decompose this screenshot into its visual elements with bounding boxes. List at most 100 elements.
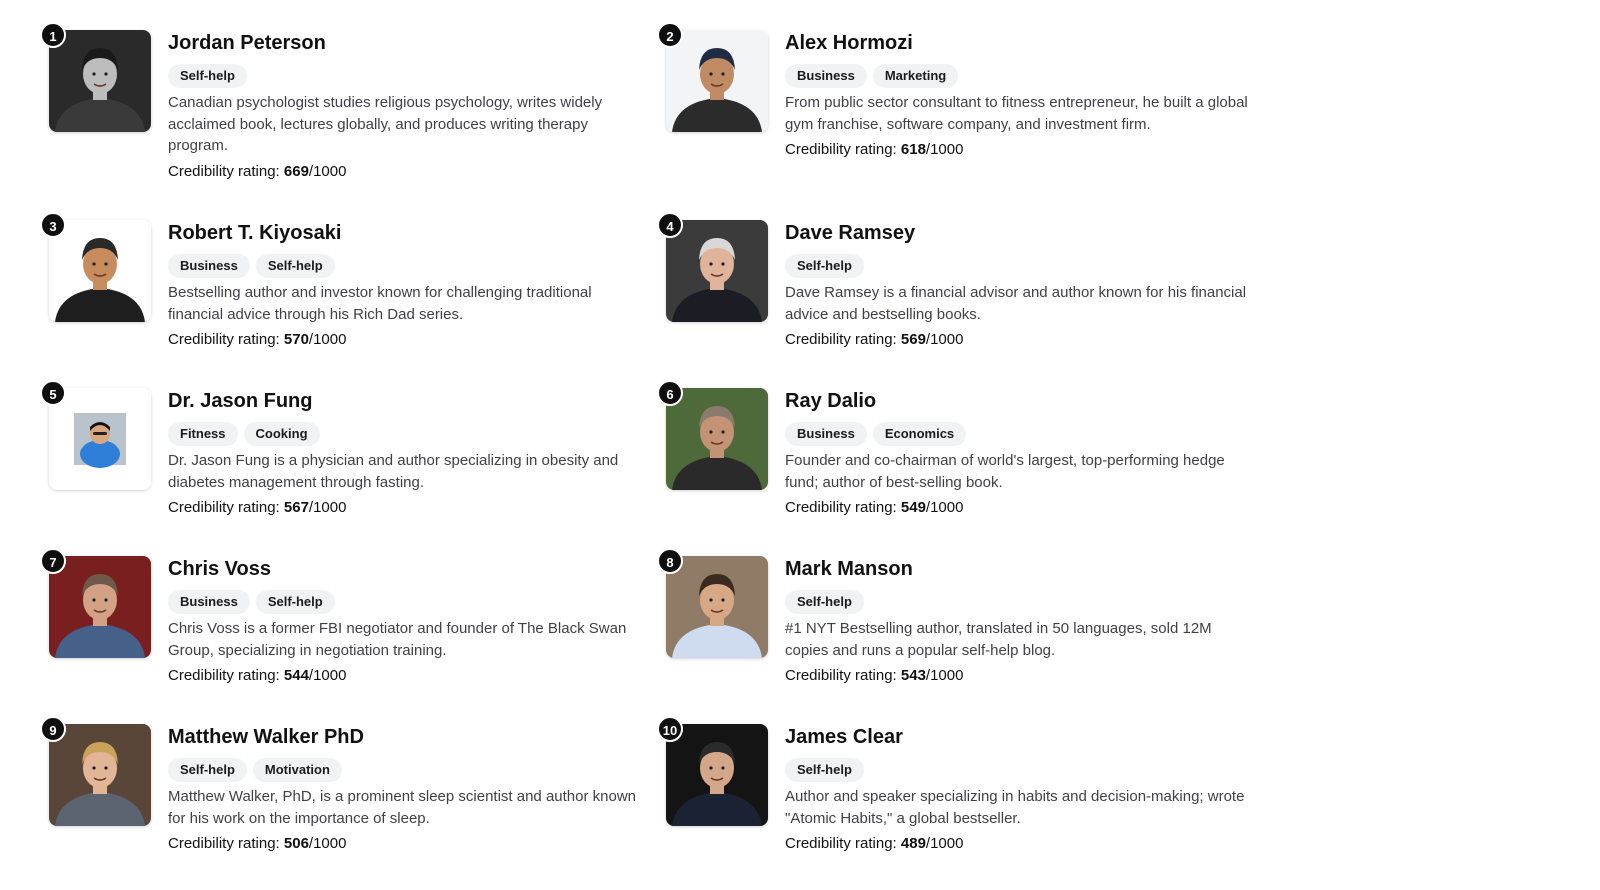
rating-value: 489 [900, 835, 926, 852]
category-tag[interactable]: Cooking [243, 422, 320, 446]
profile-photo[interactable] [49, 220, 151, 322]
rank-badge: 10 [657, 716, 683, 742]
rating-max: /1000 [308, 162, 347, 180]
creator-description: Matthew Walker, PhD, is a prominent slee… [168, 788, 637, 827]
creator-info: Alex Hormozi Business Marketing From public… [785, 30, 1255, 160]
rank-badge: 8 [657, 548, 683, 574]
tag-list: Self-help [785, 590, 1255, 614]
profile-photo[interactable] [49, 388, 151, 490]
creator-name[interactable]: Mark Manson [785, 556, 1255, 582]
category-tag[interactable]: Self-help [255, 590, 335, 614]
profile-photo-graphic [49, 724, 151, 826]
category-tag[interactable]: Business [168, 254, 250, 278]
profile-photo[interactable] [49, 30, 151, 132]
rating-label: Credibility rating: [168, 331, 280, 348]
creator-info: Mark Manson Self-help #1 NYT Bestselling a… [785, 556, 1255, 686]
creator-card[interactable]: 7 Chris Voss Business Self-help Chris Voss i… [0, 526, 626, 686]
category-tag[interactable]: Economics [872, 422, 967, 446]
category-tag[interactable]: Marketing [872, 64, 959, 88]
profile-photo[interactable] [49, 556, 151, 658]
credibility-rating: Credibility rating: 570/1000 [168, 329, 638, 350]
rating-max: /1000 [925, 141, 964, 158]
rating-value: 669 [283, 162, 309, 180]
rank-badge: 2 [657, 22, 683, 48]
creator-info: James Clear Self-help Author and speaker s… [785, 724, 1255, 854]
tag-list: Business Economics [785, 422, 1255, 446]
rating-value: 549 [900, 499, 926, 516]
creator-name[interactable]: Dr. Jason Fung [168, 388, 638, 414]
rank-badge: 5 [40, 380, 66, 406]
creator-info: Ray Dalio Business Economics Founder and co… [785, 388, 1255, 518]
credibility-rating: Credibility rating: 567/1000 [168, 497, 638, 518]
creator-card[interactable]: 4 Dave Ramsey Self-help Dave Ramsey is a fi… [617, 190, 1246, 350]
tag-list: Self-help Motivation [168, 758, 638, 782]
profile-photo-graphic [666, 220, 768, 322]
creator-card[interactable]: 9 Matthew Walker PhD Self-help Motivation Ma… [0, 694, 636, 854]
creator-card[interactable]: 8 Mark Manson Self-help #1 NYT Bestselling … [617, 526, 1217, 686]
creator-ranking-grid: 1 Jordan Peterson Self-help Canadian psycho… [0, 0, 1600, 890]
profile-photo[interactable] [666, 30, 768, 132]
creator-name[interactable]: Robert T. Kiyosaki [168, 220, 638, 246]
category-tag[interactable]: Self-help [785, 254, 864, 278]
creator-name[interactable]: Chris Voss [168, 556, 638, 582]
rating-value: 618 [900, 141, 926, 158]
creator-name[interactable]: Jordan Peterson [168, 30, 638, 56]
profile-photo[interactable] [666, 388, 768, 490]
rating-value: 506 [283, 835, 309, 852]
credibility-rating: Credibility rating: 549/1000 [785, 497, 1255, 518]
rating-max: /1000 [308, 667, 347, 684]
category-tag[interactable]: Self-help [168, 64, 247, 88]
creator-name[interactable]: James Clear [785, 724, 1255, 750]
creator-description: Founder and co-chairman of world's large… [785, 452, 1225, 491]
rating-max: /1000 [925, 667, 964, 684]
creator-card[interactable]: 6 Ray Dalio Business Economics Founder and c… [617, 358, 1225, 518]
profile-photo-graphic [666, 556, 768, 658]
profile-photo[interactable] [49, 724, 151, 826]
creator-card[interactable]: 10 James Clear Self-help Author and speaker… [617, 694, 1244, 854]
category-tag[interactable]: Business [785, 64, 867, 88]
creator-name[interactable]: Matthew Walker PhD [168, 724, 638, 750]
rank-badge: 4 [657, 212, 683, 238]
rating-max: /1000 [925, 499, 964, 516]
tag-list: Business Self-help [168, 254, 638, 278]
profile-photo[interactable] [666, 724, 768, 826]
category-tag[interactable]: Self-help [168, 758, 247, 782]
rating-max: /1000 [308, 331, 347, 348]
creator-description: #1 NYT Bestselling author, translated in… [785, 620, 1212, 659]
rank-badge: 6 [657, 380, 683, 406]
creator-description: Bestselling author and investor known fo… [168, 284, 592, 323]
category-tag[interactable]: Business [785, 422, 867, 446]
creator-card[interactable]: 2 Alex Hormozi Business Marketing From publi… [617, 0, 1248, 160]
category-tag[interactable]: Self-help [255, 254, 335, 278]
creator-info: Robert T. Kiyosaki Business Self-help Bests… [168, 220, 638, 350]
category-tag[interactable]: Self-help [785, 758, 864, 782]
creator-name[interactable]: Alex Hormozi [785, 30, 1255, 56]
rating-max: /1000 [308, 835, 347, 852]
rating-value: 570 [283, 331, 309, 348]
category-tag[interactable]: Self-help [785, 590, 864, 614]
category-tag[interactable]: Motivation [252, 758, 342, 782]
creator-info: Dr. Jason Fung Fitness Cooking Dr. Jason Fu… [168, 388, 638, 518]
rating-max: /1000 [308, 499, 347, 516]
profile-photo[interactable] [666, 556, 768, 658]
rating-max: /1000 [925, 331, 964, 348]
category-tag[interactable]: Fitness [168, 422, 238, 446]
creator-card[interactable]: 1 Jordan Peterson Self-help Canadian psycho… [0, 0, 602, 180]
profile-photo-graphic [666, 388, 768, 490]
rating-label: Credibility rating: [785, 667, 897, 684]
tag-list: Business Self-help [168, 590, 638, 614]
profile-photo[interactable] [666, 220, 768, 322]
profile-photo-graphic [49, 556, 151, 658]
rating-value: 544 [283, 667, 309, 684]
creator-name[interactable]: Dave Ramsey [785, 220, 1255, 246]
credibility-rating: Credibility rating: 489/1000 [785, 833, 1255, 854]
category-tag[interactable]: Business [168, 590, 250, 614]
rating-label: Credibility rating: [785, 141, 897, 158]
creator-info: Jordan Peterson Self-help Canadian psychol… [168, 30, 638, 182]
creator-card[interactable]: 5 Dr. Jason Fung Fitness Cooking Dr. Jason F… [0, 358, 618, 518]
creator-card[interactable]: 3 Robert T. Kiyosaki Business Self-help Best… [0, 190, 600, 350]
creator-name[interactable]: Ray Dalio [785, 388, 1255, 414]
creator-description: Chris Voss is a former FBI negotiator an… [168, 620, 627, 659]
rank-badge: 7 [40, 548, 66, 574]
rank-badge: 9 [40, 716, 66, 742]
